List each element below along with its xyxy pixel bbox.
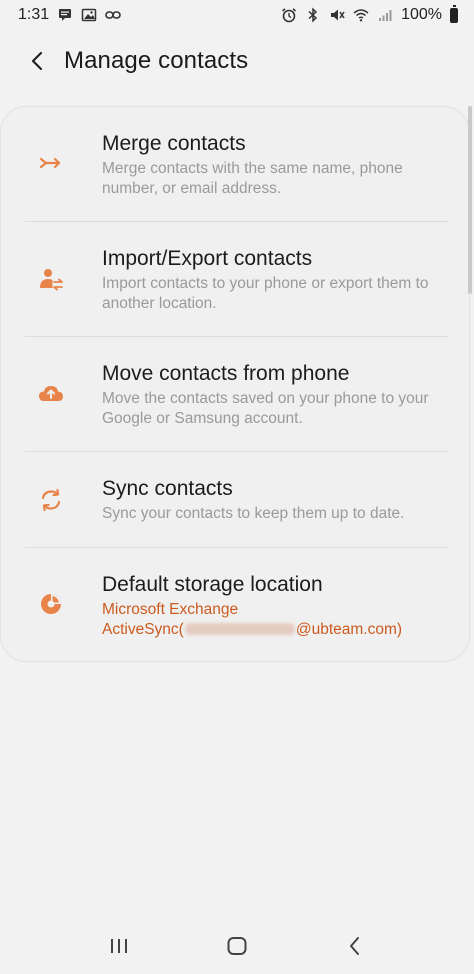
signal-icon bbox=[377, 7, 393, 23]
scrollbar[interactable] bbox=[468, 106, 472, 294]
wifi-icon bbox=[353, 7, 369, 23]
item-description: Sync your contacts to keep them up to da… bbox=[102, 505, 405, 522]
move-contacts-from-phone-item[interactable]: Move contacts from phone Move the contac… bbox=[1, 337, 471, 451]
merge-contacts-text: Merge contacts Merge contacts with the s… bbox=[102, 131, 451, 198]
merge-icon bbox=[37, 149, 65, 177]
mute-icon bbox=[329, 7, 345, 23]
item-description: Merge contacts with the same name, phone… bbox=[102, 160, 403, 197]
default-storage-text: Default storage location Microsoft Excha… bbox=[102, 572, 451, 639]
gallery-notification-icon bbox=[81, 7, 97, 23]
sync-contacts-item[interactable]: Sync contacts Sync your contacts to keep… bbox=[1, 452, 471, 547]
sync-contacts-text: Sync contacts Sync your contacts to keep… bbox=[102, 476, 451, 524]
settings-card: Merge contacts Merge contacts with the s… bbox=[0, 106, 470, 662]
item-title: Import/Export contacts bbox=[102, 247, 313, 270]
default-storage-location-item[interactable]: Default storage location Microsoft Excha… bbox=[1, 548, 471, 662]
back-button[interactable] bbox=[18, 41, 58, 81]
account-suffix: @ubteam.com) bbox=[295, 620, 403, 638]
merge-contacts-item[interactable]: Merge contacts Merge contacts with the s… bbox=[1, 107, 471, 221]
back-icon bbox=[350, 937, 359, 955]
item-description: Move the contacts saved on your phone to… bbox=[102, 390, 429, 427]
app-bar: Manage contacts bbox=[0, 36, 474, 86]
status-left: 1:31 bbox=[18, 6, 121, 24]
person-transfer-icon bbox=[37, 265, 65, 293]
page-title: Manage contacts bbox=[64, 47, 249, 74]
import-export-contacts-text: Import/Export contacts Import contacts t… bbox=[102, 246, 451, 313]
move-contacts-text: Move contacts from phone Move the contac… bbox=[102, 361, 451, 428]
account-prefix: ActiveSync( bbox=[102, 620, 184, 638]
message-notification-icon bbox=[57, 7, 73, 23]
recents-button[interactable] bbox=[94, 926, 144, 966]
item-title: Merge contacts bbox=[102, 132, 246, 155]
recents-icon bbox=[111, 939, 127, 953]
link-notification-icon bbox=[105, 7, 121, 23]
cloud-upload-icon bbox=[37, 380, 65, 408]
status-right: 100% bbox=[281, 4, 458, 24]
item-title: Sync contacts bbox=[102, 477, 233, 500]
battery-icon bbox=[450, 4, 458, 23]
navigation-bar bbox=[0, 918, 474, 974]
status-time: 1:31 bbox=[18, 6, 50, 23]
item-title: Move contacts from phone bbox=[102, 362, 350, 385]
nav-back-button[interactable] bbox=[330, 926, 380, 966]
sync-icon bbox=[37, 486, 65, 514]
item-description-line1: Microsoft Exchange bbox=[102, 601, 239, 618]
alarm-icon bbox=[281, 7, 297, 23]
status-bar: 1:31 100% bbox=[0, 0, 474, 30]
bluetooth-icon bbox=[305, 7, 321, 23]
chevron-left-icon bbox=[31, 51, 43, 71]
item-description: Import contacts to your phone or export … bbox=[102, 275, 429, 312]
storage-pie-icon bbox=[37, 590, 65, 618]
item-description-line2: ActiveSync( @ubteam.com) bbox=[102, 620, 451, 640]
home-button[interactable] bbox=[212, 926, 262, 966]
battery-percentage: 100% bbox=[401, 6, 442, 23]
import-export-contacts-item[interactable]: Import/Export contacts Import contacts t… bbox=[1, 222, 471, 336]
redacted-email bbox=[184, 623, 295, 636]
item-title: Default storage location bbox=[102, 573, 323, 596]
home-icon bbox=[227, 937, 247, 955]
